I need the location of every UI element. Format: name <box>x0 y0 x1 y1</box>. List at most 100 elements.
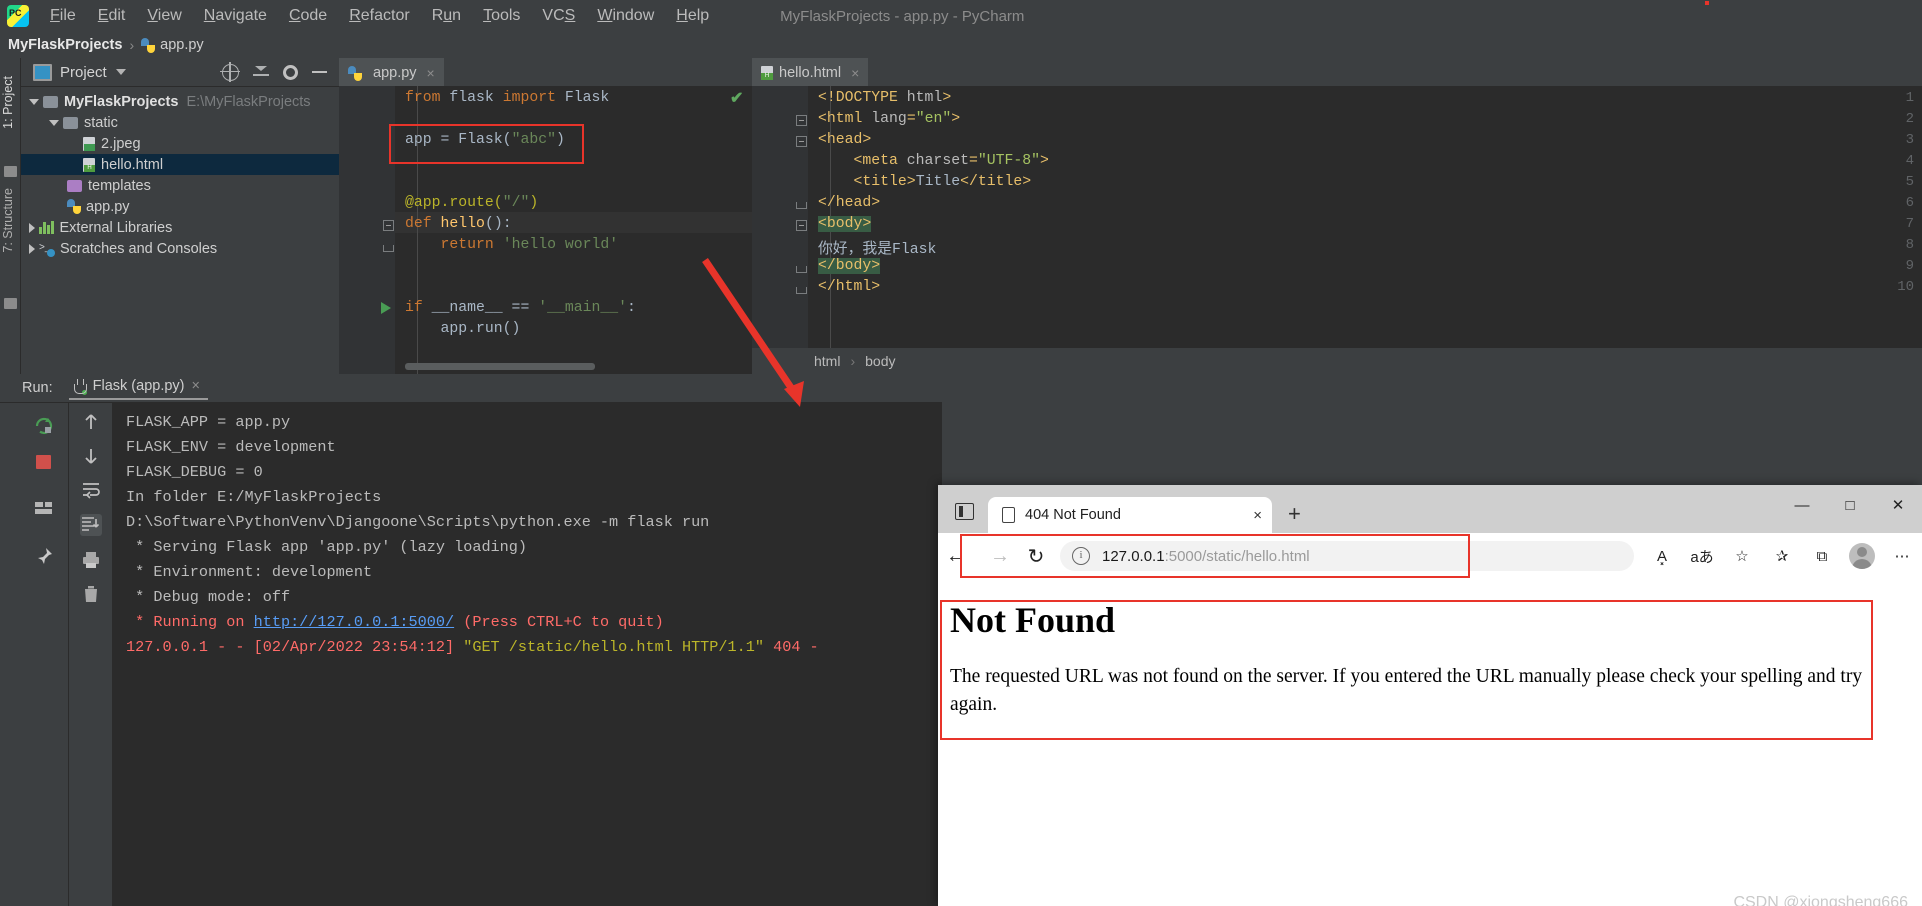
line-number: 5 <box>1905 174 1914 190</box>
close-button[interactable]: ✕ <box>1874 496 1922 514</box>
code-line-5: <title>Title</title> <box>818 174 1032 190</box>
scroll-down-icon[interactable] <box>81 446 101 466</box>
fold-marker-icon[interactable] <box>383 220 394 231</box>
menu-item-edit[interactable]: Edit <box>87 5 137 27</box>
tree-node-myflaskprojects[interactable]: MyFlaskProjects E:\MyFlaskProjects <box>21 91 339 112</box>
settings-more-icon[interactable]: ⋯ <box>1882 547 1922 565</box>
tab-actions-icon[interactable] <box>952 499 978 525</box>
close-icon[interactable]: × <box>1253 507 1262 524</box>
soft-wrap-icon[interactable] <box>81 480 101 500</box>
scroll-to-end-icon[interactable] <box>80 514 102 536</box>
line-number: 2 <box>1905 111 1914 127</box>
add-favorite-icon[interactable]: ☆ <box>1722 547 1762 565</box>
flask-icon <box>73 378 87 395</box>
expand-arrow-icon[interactable] <box>49 119 59 126</box>
editor-tab-app-py[interactable]: app.py × <box>339 58 444 86</box>
breadcrumb-file[interactable]: app.py <box>160 37 204 53</box>
menu-item-vcs[interactable]: VCS <box>531 5 586 27</box>
tree-label: static <box>84 114 118 131</box>
close-icon[interactable]: × <box>192 378 200 394</box>
print-icon[interactable] <box>81 550 101 570</box>
code-line-8: return 'hello world' <box>440 237 619 253</box>
editor-tab-hello-html[interactable]: hello.html × <box>752 58 869 86</box>
close-icon[interactable]: × <box>427 65 435 81</box>
collections-icon[interactable]: ⧉ <box>1802 548 1842 565</box>
console-line: FLASK_APP = app.py <box>126 413 291 431</box>
gear-icon[interactable] <box>283 64 298 80</box>
breadcrumb-separator: › <box>850 353 856 369</box>
browser-tab-title: 404 Not Found <box>1025 507 1121 523</box>
tree-node-static[interactable]: static <box>21 112 339 133</box>
collapse-arrow-icon[interactable] <box>29 222 35 233</box>
menu-item-tools[interactable]: Tools <box>472 5 531 27</box>
annotation-box-flask-name <box>389 124 584 164</box>
tool-button-structure[interactable]: 7: Structure <box>1 188 15 253</box>
stop-icon[interactable] <box>34 452 54 472</box>
favorites-strip-icon[interactable] <box>4 166 17 177</box>
minimize-button[interactable]: — <box>1778 497 1826 514</box>
tool-button-project[interactable]: 1: Project <box>1 76 15 129</box>
editor-horizontal-scrollbar[interactable] <box>405 363 595 370</box>
breadcrumb-project[interactable]: MyFlaskProjects <box>8 37 122 53</box>
fold-marker-icon[interactable] <box>796 136 807 147</box>
html-breadcrumb-body[interactable]: body <box>865 353 895 369</box>
tree-label: hello.html <box>101 156 164 173</box>
scroll-up-icon[interactable] <box>81 412 101 432</box>
code-line-8: 你好，我是Flask <box>818 242 937 258</box>
clear-all-icon[interactable] <box>81 584 101 604</box>
structure-strip-icon[interactable] <box>4 298 17 309</box>
new-tab-button[interactable]: + <box>1288 501 1301 527</box>
chevron-down-icon[interactable] <box>115 69 126 75</box>
console-line: * Environment: development <box>126 563 373 581</box>
console-line: * Serving Flask app 'app.py' (lazy loadi… <box>126 538 528 556</box>
expand-arrow-icon[interactable] <box>29 98 39 105</box>
code-line-6: @app.route("/") <box>405 195 539 211</box>
pin-icon[interactable] <box>34 546 54 566</box>
run-console[interactable]: FLASK_APP = app.py FLASK_ENV = developme… <box>112 402 942 906</box>
menu-item-window[interactable]: Window <box>586 5 665 27</box>
project-panel-actions <box>220 61 333 82</box>
read-aloud-icon[interactable]: A͓ <box>1642 548 1682 565</box>
run-tab-flask[interactable]: Flask (app.py) × <box>68 376 208 400</box>
layout-icon[interactable] <box>34 498 54 518</box>
menu-item-view[interactable]: View <box>136 5 192 27</box>
browser-titlebar: 404 Not Found × + — □ ✕ <box>938 485 1922 533</box>
collapse-all-icon[interactable] <box>253 65 269 79</box>
menu-item-help[interactable]: Help <box>665 5 720 27</box>
collapse-arrow-icon[interactable] <box>29 243 35 254</box>
tree-node-app-py[interactable]: app.py <box>21 196 339 217</box>
maximize-button[interactable]: □ <box>1826 497 1874 514</box>
menu-item-run[interactable]: Run <box>421 5 472 27</box>
code-area-html[interactable]: 1 2 3 4 5 6 7 8 9 10 <!DOCTYPE html> <ht… <box>752 86 1922 374</box>
editor-tab-label: app.py <box>373 65 417 81</box>
favorites-icon[interactable]: ✰ <box>1762 547 1802 565</box>
close-icon[interactable]: × <box>851 65 859 81</box>
python-file-icon <box>141 37 156 53</box>
inspection-ok-icon[interactable]: ✔ <box>730 88 743 108</box>
editor-html: hello.html × 1 2 3 4 5 6 7 8 9 10 <!DOCT… <box>752 58 1922 374</box>
html-breadcrumb-html[interactable]: html <box>814 353 840 369</box>
tree-node-scratches-and-consoles[interactable]: >_ Scratches and Consoles <box>21 238 339 259</box>
menu-item-refactor[interactable]: Refactor <box>338 5 420 27</box>
menu-item-navigate[interactable]: Navigate <box>193 5 278 27</box>
run-gutter-icon[interactable] <box>381 302 391 314</box>
tree-node-templates[interactable]: templates <box>21 175 339 196</box>
rerun-icon[interactable] <box>34 416 54 436</box>
tree-node-2-jpeg[interactable]: 2.jpeg <box>21 133 339 154</box>
image-file-icon <box>83 136 95 151</box>
fold-marker-icon[interactable] <box>796 115 807 126</box>
access-status: 404 - <box>763 638 819 656</box>
scroll-from-source-icon[interactable] <box>220 61 240 82</box>
menu-item-code[interactable]: Code <box>278 5 338 27</box>
hide-panel-icon[interactable] <box>312 71 327 73</box>
server-url-link[interactable]: http://127.0.0.1:5000/ <box>254 613 455 631</box>
tree-node-external-libraries[interactable]: External Libraries <box>21 217 339 238</box>
browser-tab[interactable]: 404 Not Found × <box>988 497 1272 533</box>
profile-avatar[interactable] <box>1849 543 1875 569</box>
folder-icon <box>43 95 58 108</box>
fold-marker-icon[interactable] <box>796 220 807 231</box>
menu-item-file[interactable]: File <box>39 5 87 27</box>
line-number: 4 <box>1905 153 1914 169</box>
tree-node-hello-html[interactable]: H hello.html <box>21 154 339 175</box>
translate-icon[interactable]: aあ <box>1682 546 1722 567</box>
